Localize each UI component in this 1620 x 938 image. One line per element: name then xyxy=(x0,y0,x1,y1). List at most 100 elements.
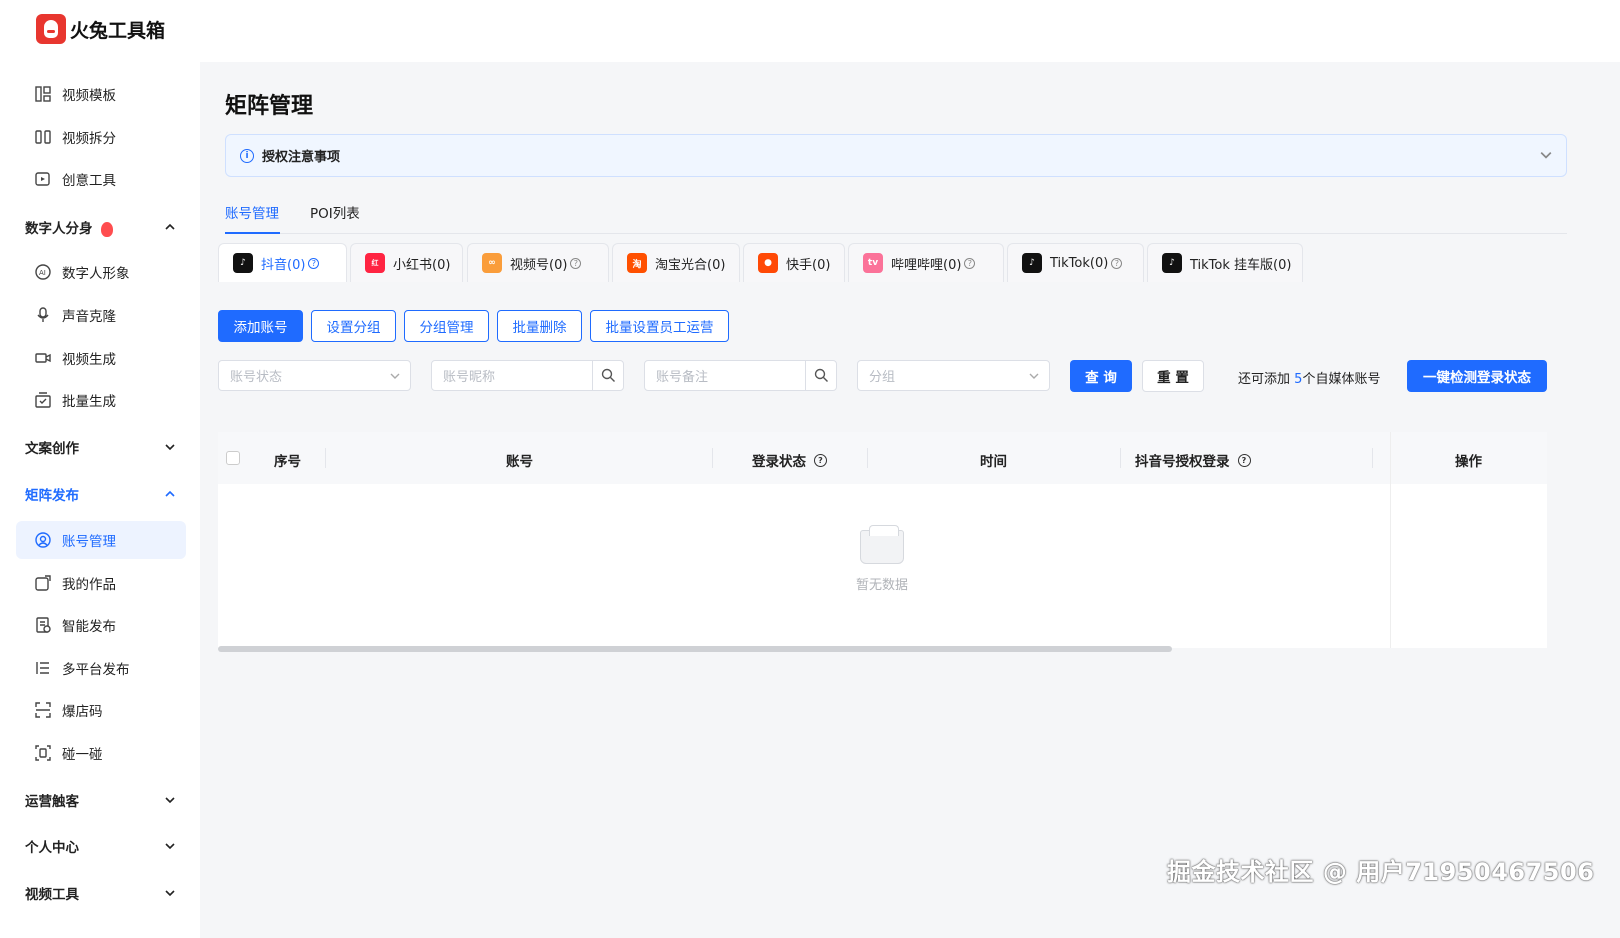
chevron-down-icon xyxy=(165,444,175,451)
account-status-select[interactable]: 账号状态 xyxy=(218,360,411,391)
platform-tab-channels[interactable]: ∞ 视频号(0) ? xyxy=(467,243,609,282)
remain-prefix: 还可添加 xyxy=(1238,372,1291,387)
tiktok-shop-icon: ♪ xyxy=(1162,253,1182,273)
set-group-button[interactable]: 设置分组 xyxy=(311,310,396,342)
auth-notice-collapse[interactable]: i 授权注意事项 xyxy=(225,134,1567,177)
platform-tab-douyin[interactable]: ♪ 抖音(0) ? xyxy=(218,243,347,282)
horizontal-scrollbar[interactable] xyxy=(218,646,1172,652)
column-label: 账号 xyxy=(506,454,533,470)
platform-tab-label: TikTok 挂车版(0) xyxy=(1190,257,1292,273)
sidebar-item-label: 视频生成 xyxy=(62,352,116,368)
sidebar-item-smart-publish[interactable]: 智能发布 xyxy=(16,606,186,644)
top-bar: 火兔工具箱 xyxy=(0,0,1620,62)
sidebar-item-multi-platform[interactable]: 多平台发布 xyxy=(16,649,186,687)
help-icon[interactable]: ? xyxy=(570,257,582,269)
account-table: 序号 账号 登录状态 ? 时间 抖音号授权登录 ? 操作 暂无数据 xyxy=(218,432,1547,648)
sidebar-item-nfc-touch[interactable]: 碰一碰 xyxy=(16,734,186,772)
sidebar-item-label: 我的作品 xyxy=(62,577,116,593)
platform-tab-kuaishou[interactable]: ● 快手(0) xyxy=(743,243,845,282)
platform-tab-label: 哔哩哔哩(0) xyxy=(891,257,962,273)
sidebar-group-label: 视频工具 xyxy=(25,887,79,903)
search-button[interactable] xyxy=(592,361,623,390)
sidebar-group-operations[interactable]: 运营触客 xyxy=(25,785,175,815)
empty-text: 暂无数据 xyxy=(855,578,908,593)
help-icon[interactable]: ? xyxy=(814,453,827,467)
search-button[interactable] xyxy=(805,361,836,390)
column-label: 登录状态 xyxy=(752,454,806,470)
sidebar-item-video-split[interactable]: 视频拆分 xyxy=(16,118,186,156)
help-icon[interactable]: ? xyxy=(308,257,320,269)
chevron-up-icon xyxy=(165,223,175,230)
chevron-down-icon xyxy=(1540,152,1552,159)
sidebar-group-video-tools[interactable]: 视频工具 xyxy=(25,878,175,908)
main-content: 矩阵管理 i 授权注意事项 账号管理 POI列表 ♪ 抖音(0) ? 红 小红书… xyxy=(200,62,1620,938)
column-label: 序号 xyxy=(274,454,301,470)
video-camera-icon xyxy=(35,353,51,363)
batch-staff-button[interactable]: 批量设置员工运营 xyxy=(590,310,729,342)
sidebar-item-label: 数字人形象 xyxy=(62,266,130,282)
reset-button[interactable]: 重 置 xyxy=(1142,360,1204,392)
sidebar-group-personal-center[interactable]: 个人中心 xyxy=(25,831,175,861)
hot-flame-icon xyxy=(100,221,113,237)
input-placeholder: 账号备注 xyxy=(656,370,709,385)
sidebar-item-creative-tools[interactable]: 创意工具 xyxy=(16,160,186,198)
column-label: 抖音号授权登录 xyxy=(1135,454,1230,470)
sidebar-item-label: 视频拆分 xyxy=(62,131,116,147)
select-all-checkbox[interactable] xyxy=(226,451,240,465)
sidebar-item-account-manage[interactable]: 账号管理 xyxy=(16,521,186,559)
empty-inbox-icon xyxy=(860,525,904,564)
sidebar-item-voice-clone[interactable]: 声音克隆 xyxy=(16,296,186,334)
tab-poi-list[interactable]: POI列表 xyxy=(310,202,360,222)
main-tabs: 账号管理 POI列表 xyxy=(225,192,1567,234)
sidebar-item-label: 声音克隆 xyxy=(62,309,116,325)
platform-tab-tiktok[interactable]: ♪ TikTok(0) ? xyxy=(1007,243,1144,282)
check-login-status-button[interactable]: 一键检测登录状态 xyxy=(1407,360,1547,392)
batch-delete-button[interactable]: 批量删除 xyxy=(497,310,582,342)
search-icon xyxy=(601,368,615,382)
watermark: 掘金技术社区 @ 用户71950467506 xyxy=(1167,858,1595,886)
group-manage-button[interactable]: 分组管理 xyxy=(404,310,489,342)
help-icon[interactable]: ? xyxy=(1111,257,1123,269)
channels-icon: ∞ xyxy=(482,253,502,273)
tab-label: 账号管理 xyxy=(225,206,279,222)
platform-tab-taobao[interactable]: 淘 淘宝光合(0) xyxy=(612,243,740,282)
column-divider xyxy=(325,448,326,468)
sidebar-item-label: 创意工具 xyxy=(62,173,116,189)
query-button[interactable]: 查 询 xyxy=(1070,360,1132,392)
tab-label: POI列表 xyxy=(310,206,360,222)
add-account-button[interactable]: 添加账号 xyxy=(218,310,303,342)
platform-tab-label: 抖音(0) xyxy=(261,257,306,273)
sidebar-item-label: 爆店码 xyxy=(62,704,103,720)
sidebar-item-video-generate[interactable]: 视频生成 xyxy=(16,339,186,377)
platform-tab-tiktok-shop[interactable]: ♪ TikTok 挂车版(0) xyxy=(1147,243,1303,282)
microphone-icon xyxy=(37,307,49,322)
smart-publish-icon xyxy=(36,617,51,633)
chevron-down-icon xyxy=(165,890,175,897)
tab-account-manage[interactable]: 账号管理 xyxy=(225,202,279,222)
platform-tab-bilibili[interactable]: tv 哔哩哔哩(0) ? xyxy=(848,243,1004,282)
group-select[interactable]: 分组 xyxy=(857,360,1050,391)
remark-search-input[interactable]: 账号备注 xyxy=(644,360,837,391)
account-icon xyxy=(35,532,51,548)
sidebar-item-video-template[interactable]: 视频模板 xyxy=(16,75,186,113)
remaining-accounts-text: 还可添加 5个自媒体账号 xyxy=(1238,368,1380,387)
app-logo[interactable]: 火兔工具箱 xyxy=(36,14,165,44)
column-label: 操作 xyxy=(1455,454,1482,470)
platform-tab-xiaohongshu[interactable]: 红 小红书(0) xyxy=(350,243,463,282)
help-icon[interactable]: ? xyxy=(964,257,976,269)
split-icon xyxy=(35,130,51,144)
sidebar-item-batch-generate[interactable]: 批量生成 xyxy=(16,381,186,419)
sidebar-group-digital-human[interactable]: 数字人分身 xyxy=(25,212,175,242)
column-divider xyxy=(867,448,868,468)
tab-active-indicator xyxy=(225,232,280,234)
sidebar-item-digital-avatar[interactable]: AI 数字人形象 xyxy=(16,253,186,291)
sidebar-group-matrix-publish[interactable]: 矩阵发布 xyxy=(25,479,175,509)
nickname-search-input[interactable]: 账号昵称 xyxy=(431,360,624,391)
sidebar-group-label: 矩阵发布 xyxy=(25,488,79,504)
sidebar-item-shop-code[interactable]: 爆店码 xyxy=(16,691,186,729)
sidebar-group-copywriting[interactable]: 文案创作 xyxy=(25,432,175,462)
app-name: 火兔工具箱 xyxy=(70,19,166,42)
help-icon[interactable]: ? xyxy=(1237,453,1251,467)
sidebar-item-my-works[interactable]: 我的作品 xyxy=(16,564,186,602)
taobao-icon: 淘 xyxy=(627,253,647,273)
